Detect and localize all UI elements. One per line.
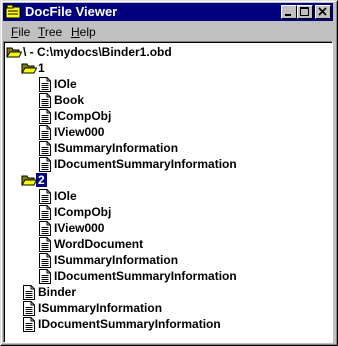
menu-file-label: ile bbox=[18, 25, 31, 39]
tree-item-label: IView000 bbox=[54, 125, 105, 139]
document-icon bbox=[23, 317, 35, 332]
window-title: DocFile Viewer bbox=[25, 4, 118, 19]
document-icon bbox=[39, 253, 51, 268]
tree-view[interactable]: \ - C:\mydocs\Binder1.obd 1 IOle Book ICom… bbox=[3, 41, 333, 343]
document-icon bbox=[23, 301, 35, 316]
tree-root-label: \ - C:\mydocs\Binder1.obd bbox=[23, 45, 172, 59]
minimize-icon bbox=[285, 14, 291, 16]
tree-item-label: IOle bbox=[54, 189, 77, 203]
close-icon bbox=[318, 7, 327, 16]
menu-tree[interactable]: Tree bbox=[38, 25, 62, 39]
maximize-button[interactable] bbox=[297, 5, 313, 19]
menu-bar: File Tree Help bbox=[3, 22, 333, 41]
tree-item-label: IDocumentSummaryInformation bbox=[38, 317, 221, 331]
tree-item-label: ISummaryInformation bbox=[54, 253, 179, 267]
document-icon bbox=[39, 157, 51, 172]
document-icon bbox=[39, 125, 51, 140]
menu-tree-label: ree bbox=[44, 25, 63, 39]
document-icon bbox=[23, 285, 35, 300]
tree-item-label: IDocumentSummaryInformation bbox=[54, 157, 237, 171]
title-bar[interactable]: DocFile Viewer bbox=[3, 3, 333, 21]
tree-item-label: Book bbox=[54, 93, 84, 107]
minimize-button[interactable] bbox=[281, 5, 297, 19]
document-icon bbox=[39, 269, 51, 284]
tree-item-label: WordDocument bbox=[54, 237, 144, 251]
open-folder-icon bbox=[21, 63, 37, 74]
menu-help-mnemonic: H bbox=[71, 25, 80, 39]
maximize-icon bbox=[300, 7, 309, 16]
tree-item-label: ISummaryInformation bbox=[38, 301, 163, 315]
tree-item-label: IView000 bbox=[54, 221, 105, 235]
tree-item-label: IDocumentSummaryInformation bbox=[54, 269, 237, 283]
tree-folder-2-label: 2 bbox=[36, 173, 47, 187]
document-icon bbox=[39, 237, 51, 252]
menu-file[interactable]: File bbox=[11, 25, 30, 39]
menu-help[interactable]: Help bbox=[71, 25, 96, 39]
document-icon bbox=[39, 205, 51, 220]
document-icon bbox=[39, 109, 51, 124]
open-folder-icon bbox=[6, 47, 22, 58]
document-icon bbox=[39, 77, 51, 92]
tree-folder-1-label: 1 bbox=[38, 61, 45, 75]
menu-tree-mnemonic: T bbox=[38, 25, 45, 39]
document-icon bbox=[39, 221, 51, 236]
tree-item-label: IOle bbox=[54, 77, 77, 91]
tree-item-label: ICompObj bbox=[54, 109, 112, 123]
document-icon bbox=[39, 141, 51, 156]
app-window: DocFile Viewer File Tree Help \ - C:\myd… bbox=[0, 0, 338, 346]
tree-item-label: Binder bbox=[38, 285, 77, 299]
document-icon bbox=[39, 93, 51, 108]
menu-help-label: elp bbox=[79, 25, 96, 39]
close-button[interactable] bbox=[315, 5, 331, 19]
tree-content: \ - C:\mydocs\Binder1.obd 1 IOle Book ICom… bbox=[4, 42, 332, 342]
tree-item-label: ISummaryInformation bbox=[54, 141, 179, 155]
tree-item-label: ICompObj bbox=[54, 205, 112, 219]
app-icon bbox=[5, 4, 21, 19]
open-folder-icon bbox=[21, 175, 37, 186]
document-icon bbox=[39, 189, 51, 204]
